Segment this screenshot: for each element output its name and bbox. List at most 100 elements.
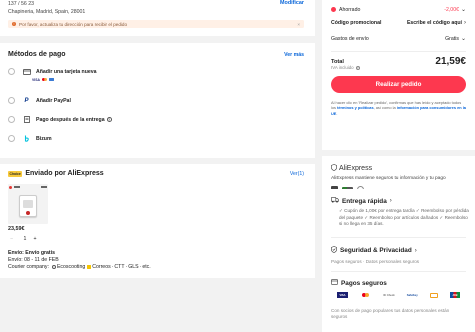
help-icon[interactable]: ? [106,117,112,122]
shipping-chevron-icon[interactable]: ⌄ [461,35,466,42]
features-divider-2 [331,271,466,272]
visa-logo: VISA [337,292,348,298]
document-icon [22,116,31,123]
shipping-cost-value: Gratis [445,35,459,42]
payment-radio-paypal[interactable] [8,97,15,104]
payment-label-card: Añadir una tarjeta nueva [36,68,97,75]
fast-delivery-header[interactable]: Entrega rápida › [331,197,392,205]
wallet-logo-icon [429,292,438,298]
courier-label: Courier company: [8,264,49,270]
security-shield-icon [331,246,337,255]
savings-chevron-icon[interactable]: ⌄ [461,6,466,13]
payment-option-card[interactable]: Añadir una tarjeta nueva VISA [8,68,298,84]
place-order-button[interactable]: Realizar pedido [331,76,466,93]
ecoscooting-icon [51,265,56,269]
shipment-title: Enviado por AliExpress [25,170,104,177]
fast-delivery-points: ✓ Cupón de 1,00€ por entrega tardía ✓ Re… [339,208,469,228]
terms-middle: , así como la [373,105,397,111]
card-network-icon [48,77,54,82]
truck-icon [331,197,339,205]
payment-radio-card[interactable] [8,68,15,75]
terms-text: Al hacer clic en 'Realizar pedido', conf… [331,100,466,116]
payment-methods-title: Métodos de pago [8,51,66,58]
quantity-value[interactable]: 1 [20,236,30,242]
card-brand-logos: VISA [32,78,298,82]
address-line-2: Chapineria, Madrid, Spain, 28001 [8,8,86,15]
courier-etc: etc. [142,264,151,270]
secure-payments-text: Con socios de pago populares tus datos p… [331,308,450,319]
payment-option-bizum[interactable]: Bizum [8,135,52,142]
quantity-increase-button[interactable]: + [30,236,40,242]
credit-card-icon [22,68,31,75]
payment-radio-after-delivery[interactable] [8,116,15,123]
security-header[interactable]: Seguridad & Privacidad › [331,246,417,255]
product-brand-strip [9,185,47,189]
bizum-icon [22,135,31,142]
delivery-point-3: Reembolso por artículos dañados [369,214,439,220]
secure-payment-card-icon [331,279,338,287]
savings-value: -2,00€ [444,6,459,13]
correos-icon [87,265,92,269]
id-check-logo: ID Check [383,293,395,297]
visa-logo-icon: VISA [32,77,40,82]
security-title: Seguridad & Privacidad [340,247,412,254]
courier-separator-2: · [125,264,128,270]
payment-radio-bizum[interactable] [8,135,15,142]
shipping-cost-row: Gastos de envío Gratis ⌄ [331,35,466,43]
security-text: Pagos seguros · Datos personales seguros [331,259,420,264]
product-brand-bar-right-icon [41,186,47,188]
payment-see-more-link[interactable]: Ver más [284,52,304,58]
features-divider-1 [331,237,466,238]
jcb-logo: JCB [449,292,460,298]
summary-divider [331,51,466,52]
promo-code-row[interactable]: Código promocional Escribe el código aqu… [331,20,466,26]
payment-label-after-delivery: Pago después de la entrega [36,116,105,123]
quantity-decrease-button[interactable]: − [10,236,20,242]
tax-info-icon[interactable]: ? [355,65,360,70]
secure-payments-header: Pagos seguros [331,279,387,287]
promo-code-input[interactable]: Escribe el código aquí [407,20,462,26]
fast-delivery-chevron-icon: › [389,198,392,204]
product-brand-dot-icon [9,185,12,189]
safekey-logo: SafeKey [406,293,418,297]
warning-icon: ! [12,22,16,26]
total-label: Total [331,58,344,65]
product-image[interactable] [8,184,48,224]
tax-note-text: IVA incluido [331,65,354,70]
payment-logos: VISA ID Check SafeKey JCB [331,292,466,298]
mastercard-logo-orange-icon [364,293,369,297]
address-warning: ! Por favor, actualiza tu dirección para… [8,20,304,28]
total-value: 21,59€ [435,56,466,67]
promo-chevron-icon: › [464,20,466,26]
paypal-icon: P [24,97,29,104]
shipment-card: Choice Enviado por AliExpress Ver(1) 23,… [0,164,315,278]
courier-separator-1: · [111,264,114,270]
delivery-dates: Envío: 08 - 11 de FEB [8,257,59,263]
modify-address-link[interactable]: Modificar [280,0,304,6]
warning-close-button[interactable]: × [297,22,300,27]
tax-note: IVA incluido ? [331,65,360,70]
warning-text: Por favor, actualiza tu dirección para r… [19,21,128,27]
savings-icon [331,7,336,12]
order-summary-card: Ahorrado -2,00€ ⌄ Código promocional Esc… [322,0,475,150]
courier-ctt: CTT [114,264,125,270]
payment-label-bizum: Bizum [36,135,52,142]
quantity-stepper: − 1 + [10,236,40,242]
shipping-cost-label: Gastos de envío [331,35,369,42]
view-items-link[interactable]: Ver(1) [290,171,304,177]
address-line-1: 137 / 56 23 [8,1,34,7]
choice-badge: Choice [8,170,23,177]
features-card: Entrega rápida › ✓ Cupón de 1,00€ por en… [322,189,475,332]
courier-ecoscooting: Ecoscooting [56,264,86,270]
product-brand-bar-icon [13,186,20,188]
payment-option-paypal[interactable]: P Añadir PayPal [8,97,71,104]
payment-methods-card: Métodos de pago Ver más Añadir una tarje… [0,43,315,158]
delivery-point-1: Cupón de 1,00€ por entrega tardía [344,208,415,213]
courier-separator-3: · [139,264,142,270]
fast-delivery-title: Entrega rápida [342,197,387,205]
trust-tagline: AliExpress mantiene seguros tu informaci… [331,176,446,181]
terms-link[interactable]: términos y políticas [337,105,374,110]
product-price: 23,59€ [8,226,25,232]
payment-option-after-delivery[interactable]: Pago después de la entrega ? [8,116,112,123]
product-device-icon [19,195,37,217]
